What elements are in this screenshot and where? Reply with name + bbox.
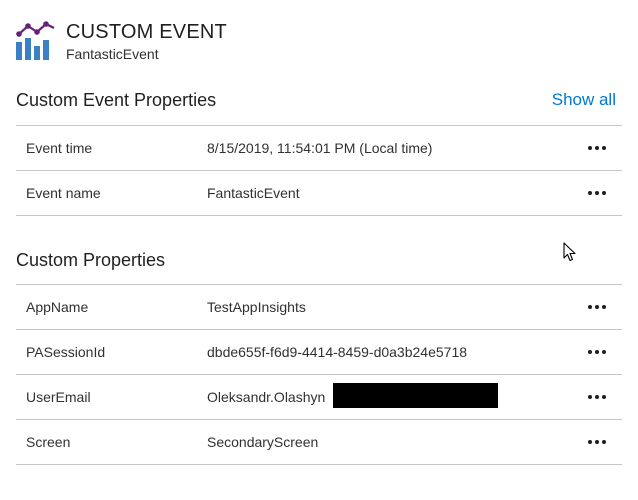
table-row: AppName TestAppInsights [16,284,622,329]
table-row: UserEmail Oleksandr.Olashyn [16,374,622,419]
property-value: 8/15/2019, 11:54:01 PM (Local time) [207,140,433,156]
page-title: CUSTOM EVENT [66,21,227,43]
property-value: TestAppInsights [207,299,306,315]
more-options-icon[interactable] [586,185,608,201]
property-name: Event name [26,185,101,201]
show-all-link[interactable]: Show all [552,90,616,110]
table-row: PASessionId dbde655f-f6d9-4414-8459-d0a3… [16,329,622,374]
property-value: Oleksandr.Olashyn [207,389,326,405]
property-name: UserEmail [26,389,91,405]
property-name: Event time [26,140,93,156]
table-row: Event name FantasticEvent [16,170,622,216]
event-properties-table: Event time 8/15/2019, 11:54:01 PM (Local… [16,125,622,216]
more-options-icon[interactable] [586,434,608,450]
property-value: dbde655f-f6d9-4414-8459-d0a3b24e5718 [207,344,468,360]
more-options-icon[interactable] [586,389,608,405]
property-name: PASessionId [26,344,106,360]
custom-properties-table: AppName TestAppInsights PASessionId dbde… [16,284,622,465]
table-row: Screen SecondaryScreen [16,419,622,465]
custom-properties-heading: Custom Properties [16,250,166,270]
event-header: CUSTOM EVENT FantasticEvent [14,20,227,66]
property-name: AppName [26,299,89,315]
more-options-icon[interactable] [586,140,608,156]
mouse-cursor-icon [563,242,576,262]
property-value-wrapper: Oleksandr.Olashyn [207,375,498,419]
header-text: CUSTOM EVENT FantasticEvent [66,20,227,63]
analytics-chart-icon [16,21,55,60]
property-name: Screen [26,434,71,450]
table-row: Event time 8/15/2019, 11:54:01 PM (Local… [16,125,622,170]
event-properties-heading: Custom Event Properties [16,90,217,110]
property-value: SecondaryScreen [207,434,319,450]
property-value: FantasticEvent [207,185,300,201]
page-subtitle: FantasticEvent [66,46,159,62]
more-options-icon[interactable] [586,344,608,360]
redaction-box [333,383,498,408]
more-options-icon[interactable] [586,299,608,315]
